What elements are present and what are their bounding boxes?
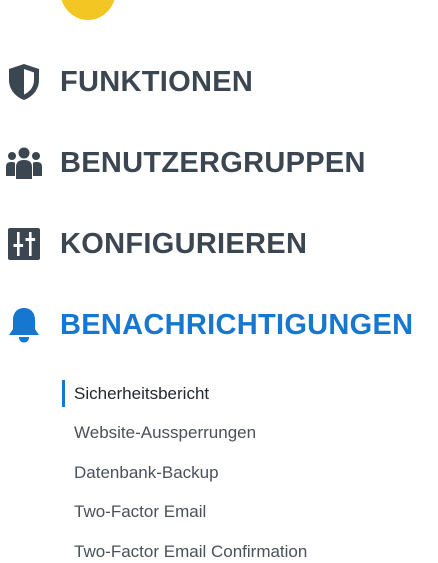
nav-item-konfigurieren[interactable]: KONFIGURIEREN	[0, 224, 307, 264]
nav-item-label: BENUTZERGRUPPEN	[60, 146, 366, 179]
bell-icon	[4, 305, 44, 345]
notifications-settings-panel: FUNKTIONEN BENUTZERGRUPPEN KONFIGURIEREN…	[0, 0, 438, 563]
submenu-item-sicherheitsbericht[interactable]: Sicherheitsbericht	[62, 374, 422, 414]
submenu-item-website-aussperrungen[interactable]: Website-Aussperrungen	[62, 414, 422, 454]
settings-sliders-icon	[4, 224, 44, 264]
nav-item-funktionen[interactable]: FUNKTIONEN	[0, 62, 253, 102]
shield-icon	[4, 62, 44, 102]
nav-item-benachrichtigungen[interactable]: BENACHRICHTIGUNGEN	[0, 305, 413, 345]
nav-item-benutzergruppen[interactable]: BENUTZERGRUPPEN	[0, 143, 366, 183]
submenu-item-two-factor-email[interactable]: Two-Factor Email	[62, 493, 422, 533]
nav-item-label: FUNKTIONEN	[60, 65, 254, 98]
submenu-item-two-factor-email-confirmation[interactable]: Two-Factor Email Confirmation	[62, 532, 422, 563]
top-decorative-badge	[60, 0, 116, 20]
submenu-item-datenbank-backup[interactable]: Datenbank-Backup	[62, 453, 422, 493]
notifications-submenu: Sicherheitsbericht Website-Aussperrungen…	[62, 374, 422, 563]
nav-item-label: BENACHRICHTIGUNGEN	[60, 308, 414, 341]
nav-item-label: KONFIGURIEREN	[60, 227, 308, 260]
users-icon	[4, 143, 44, 183]
